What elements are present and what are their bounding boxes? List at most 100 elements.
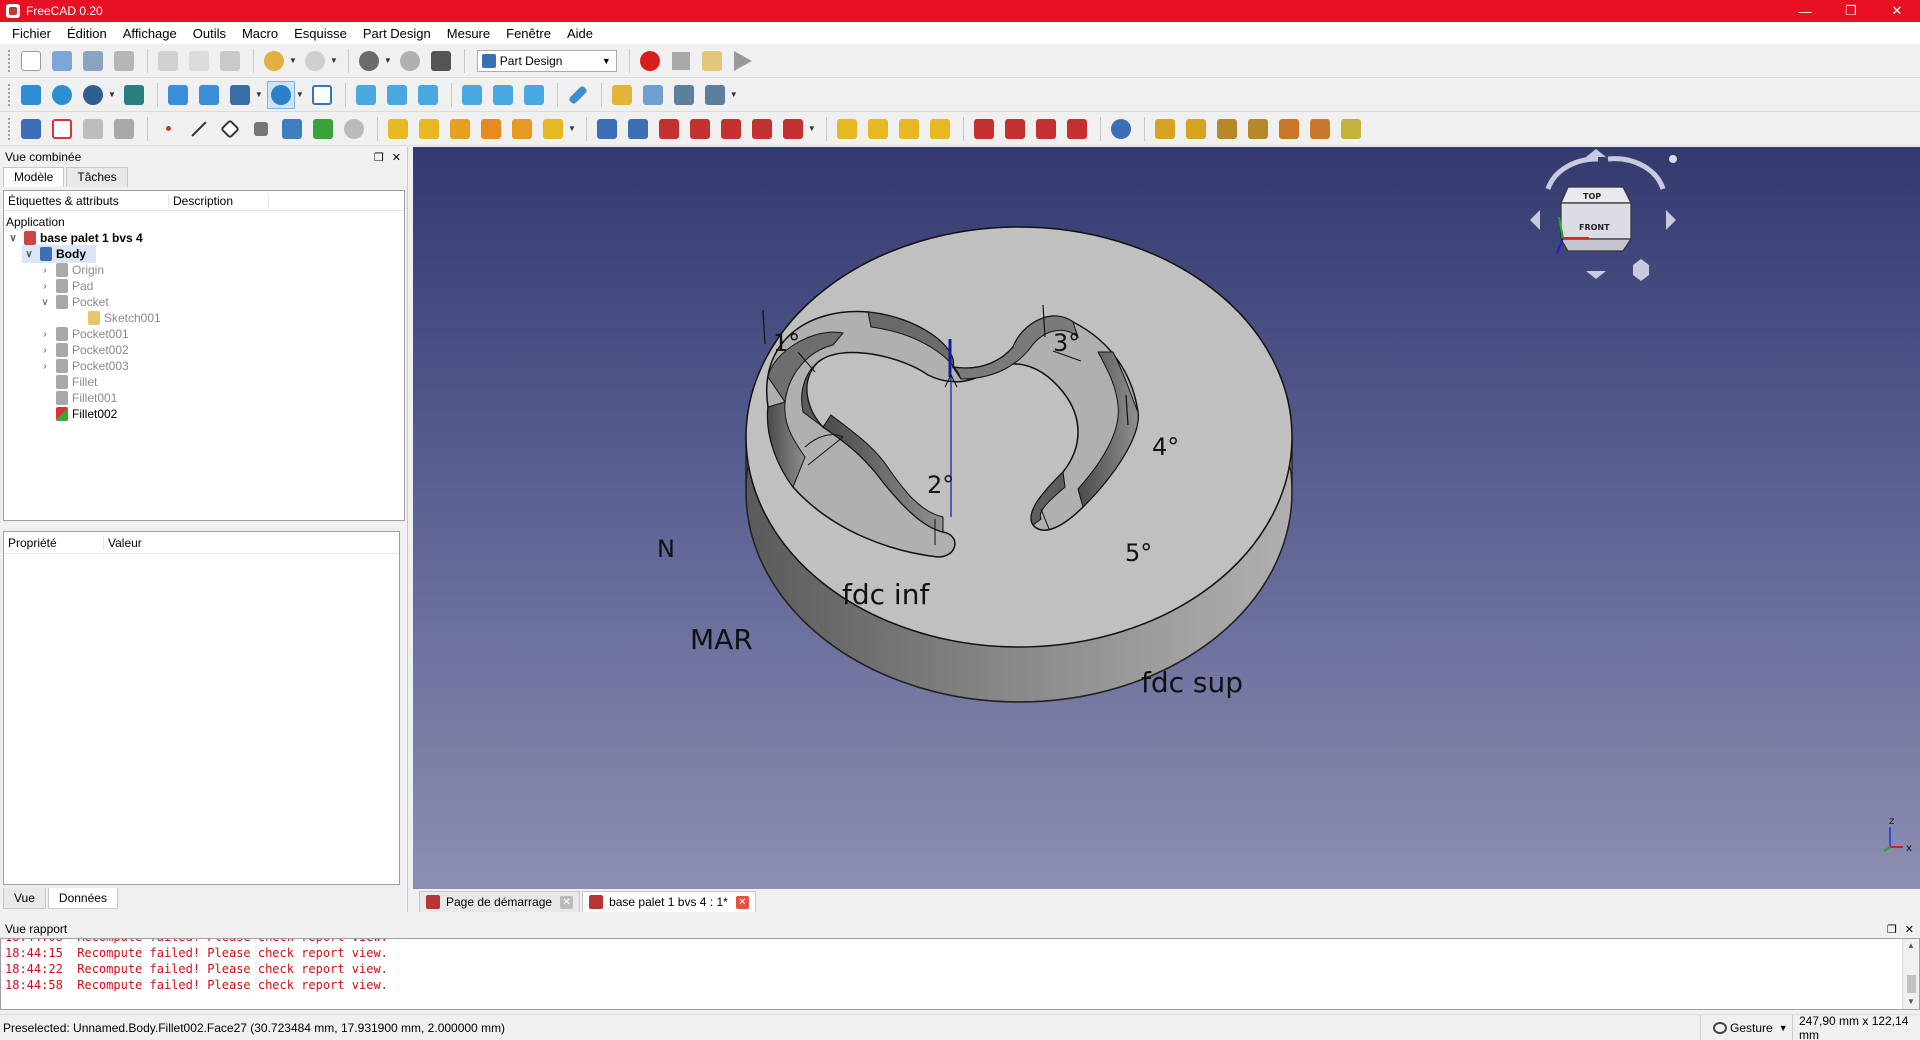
subtractive-primitive-dropdown-icon[interactable]: ▼	[808, 124, 816, 133]
mirrored-button[interactable]	[833, 115, 861, 143]
macro-run-button[interactable]	[729, 47, 757, 75]
additive-primitive-button[interactable]	[539, 115, 567, 143]
draw-style-button[interactable]	[79, 81, 107, 109]
menu-outils[interactable]: Outils	[185, 26, 234, 41]
tree-expander-icon[interactable]: ∨	[22, 249, 36, 260]
refresh-dropdown-icon[interactable]: ▼	[384, 56, 392, 65]
navigation-style-selector[interactable]: Gesture ▼	[1700, 1015, 1792, 1040]
tree-expander-icon[interactable]: ∨	[6, 233, 20, 244]
sketcher-reorient-button[interactable]	[1213, 115, 1241, 143]
front-view-button[interactable]	[352, 81, 380, 109]
menu-fichier[interactable]: Fichier	[4, 26, 59, 41]
tree-expander-icon[interactable]: ∨	[38, 297, 52, 308]
sync-view-dropdown-icon[interactable]: ▼	[255, 90, 263, 99]
redo-dropdown-icon[interactable]: ▼	[330, 56, 338, 65]
clone-button[interactable]	[110, 115, 138, 143]
validate-sketch-button[interactable]	[79, 115, 107, 143]
sketcher-view-section-button[interactable]	[1151, 115, 1179, 143]
property-column-name[interactable]: Propriété	[4, 535, 104, 550]
additive-pipe-button[interactable]	[477, 115, 505, 143]
redo-button[interactable]	[301, 47, 329, 75]
subtractive-pipe-button[interactable]	[717, 115, 745, 143]
bottom-view-button[interactable]	[489, 81, 517, 109]
link-actions-dropdown-icon[interactable]: ▼	[730, 90, 738, 99]
toolbar-grip[interactable]	[8, 49, 11, 72]
fit-selection-button[interactable]	[48, 81, 76, 109]
tab-vue[interactable]: Vue	[3, 888, 46, 909]
hole-button[interactable]	[624, 115, 652, 143]
tree-item-fillet002[interactable]: Fillet002	[38, 405, 117, 423]
report-view[interactable]: 18:44:08 Recompute failed! Please check …	[0, 938, 1920, 1010]
menu-fenetre[interactable]: Fenêtre	[498, 26, 559, 41]
subshape-binder-button[interactable]	[309, 115, 337, 143]
tab-start-page[interactable]: Page de démarrage ✕	[419, 891, 581, 912]
tree-expander-icon[interactable]: ›	[38, 329, 52, 340]
macro-edit-button[interactable]	[698, 47, 726, 75]
fillet-button[interactable]	[970, 115, 998, 143]
scroll-up-icon[interactable]: ▲	[1907, 941, 1915, 950]
tree-column-labels[interactable]: Étiquettes & attributs	[4, 193, 169, 208]
create-link-button[interactable]	[670, 81, 698, 109]
datum-point-button[interactable]	[154, 115, 182, 143]
tree-column-description[interactable]: Description	[169, 193, 269, 208]
create-group-button[interactable]	[639, 81, 667, 109]
print-button[interactable]	[110, 47, 138, 75]
measure-button[interactable]	[564, 81, 592, 109]
datum-clone-button[interactable]	[340, 115, 368, 143]
datum-plane-button[interactable]	[216, 115, 244, 143]
property-column-value[interactable]: Valeur	[104, 536, 142, 550]
pocket-button[interactable]	[593, 115, 621, 143]
tab-document[interactable]: base palet 1 bvs 4 : 1* ✕	[582, 891, 756, 912]
copy-button[interactable]	[185, 47, 213, 75]
sketcher-merge-button[interactable]	[1275, 115, 1303, 143]
recompute-button[interactable]	[396, 47, 424, 75]
subtractive-helix-button[interactable]	[748, 115, 776, 143]
refresh-button[interactable]	[355, 47, 383, 75]
macro-record-button[interactable]	[636, 47, 664, 75]
isometric-view-button[interactable]	[308, 81, 336, 109]
fit-all-button[interactable]	[17, 81, 45, 109]
close-tab-icon[interactable]: ✕	[735, 895, 749, 909]
forward-button[interactable]	[195, 81, 223, 109]
rear-view-button[interactable]	[458, 81, 486, 109]
tree-expander-icon[interactable]: ›	[38, 361, 52, 372]
multi-transform-button[interactable]	[926, 115, 954, 143]
sync-view-button[interactable]	[226, 81, 254, 109]
tree-expander-icon[interactable]: ›	[38, 281, 52, 292]
toolbar-grip[interactable]	[8, 117, 11, 140]
undock-icon[interactable]: ❐	[374, 151, 384, 164]
sketcher-mirror-button[interactable]	[1306, 115, 1334, 143]
close-button[interactable]: ✕	[1874, 0, 1920, 22]
sketcher-edit-button[interactable]	[1337, 115, 1365, 143]
link-actions-button[interactable]	[701, 81, 729, 109]
boolean-button[interactable]	[1107, 115, 1135, 143]
navigation-cube[interactable]: TOP FRONT	[1530, 149, 1677, 281]
subtractive-loft-button[interactable]	[686, 115, 714, 143]
undock-icon[interactable]: ❐	[1887, 923, 1897, 936]
tab-taches[interactable]: Tâches	[66, 167, 128, 187]
additive-primitive-dropdown-icon[interactable]: ▼	[568, 124, 576, 133]
right-view-button[interactable]	[414, 81, 442, 109]
sketcher-validate-button[interactable]	[1244, 115, 1272, 143]
sketcher-map-button[interactable]	[1182, 115, 1210, 143]
cut-button[interactable]	[154, 47, 182, 75]
bounding-box-button[interactable]	[120, 81, 148, 109]
paste-button[interactable]	[216, 47, 244, 75]
datum-line-button[interactable]	[185, 115, 213, 143]
create-body-button[interactable]	[17, 115, 45, 143]
draft-button[interactable]	[1032, 115, 1060, 143]
left-view-button[interactable]	[520, 81, 548, 109]
menu-aide[interactable]: Aide	[559, 26, 601, 41]
menu-esquisse[interactable]: Esquisse	[286, 26, 355, 41]
groove-button[interactable]	[655, 115, 683, 143]
back-button[interactable]	[164, 81, 192, 109]
toolbar-grip[interactable]	[8, 83, 11, 106]
chamfer-button[interactable]	[1001, 115, 1029, 143]
report-scrollbar[interactable]: ▲ ▼	[1902, 939, 1919, 1009]
scroll-down-icon[interactable]: ▼	[1907, 997, 1915, 1006]
menu-edition[interactable]: Édition	[59, 26, 115, 41]
open-button[interactable]	[48, 47, 76, 75]
menu-affichage[interactable]: Affichage	[115, 26, 185, 41]
thickness-button[interactable]	[1063, 115, 1091, 143]
revolution-button[interactable]	[415, 115, 443, 143]
